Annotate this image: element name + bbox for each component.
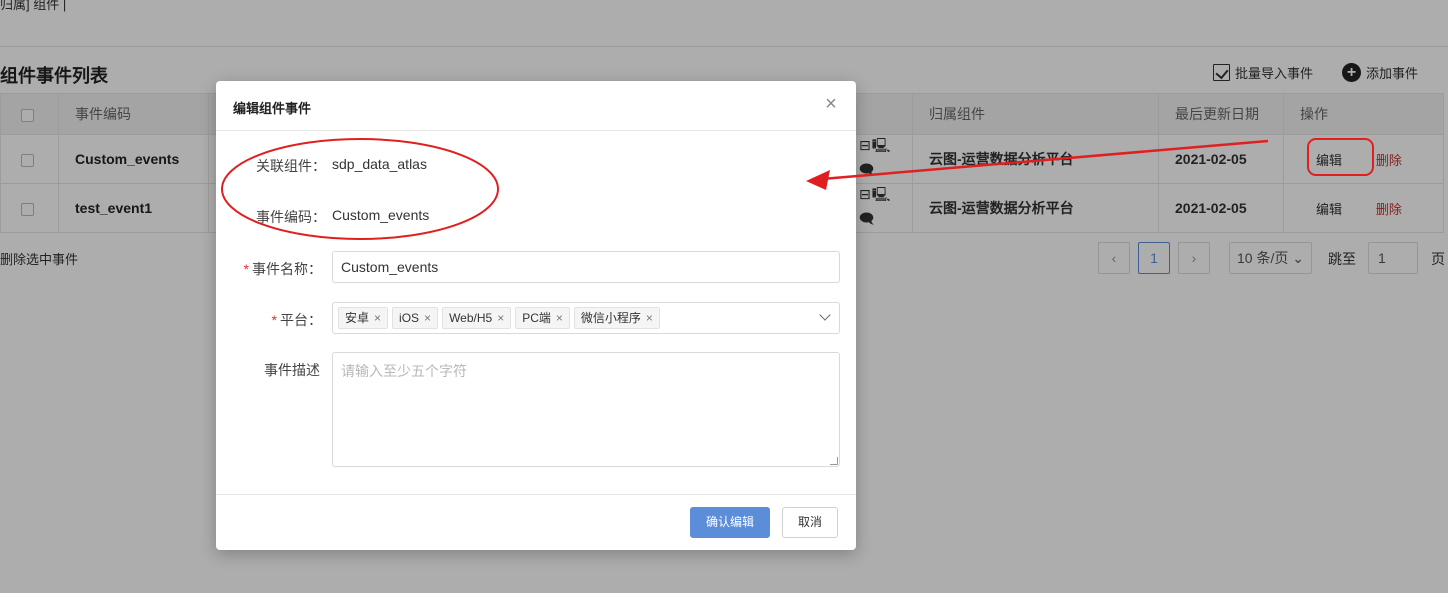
event-name-input[interactable]: Custom_events <box>332 251 840 283</box>
required-mark: * <box>271 312 277 328</box>
chevron-down-icon[interactable] <box>819 309 831 321</box>
required-mark: * <box>243 261 249 277</box>
platform-multiselect[interactable]: 安卓 × iOS × Web/H5 × PC端 × 微信小程序 × <box>332 302 840 334</box>
platform-tag-android: 安卓 × <box>338 307 389 329</box>
component-value: sdp_data_atlas <box>332 156 427 172</box>
remove-tag-icon[interactable]: × <box>646 308 653 328</box>
description-textarea[interactable]: 请输入至少五个字符 <box>332 352 840 467</box>
edit-event-dialog: 编辑组件事件 × 关联组件： sdp_data_atlas 事件编码： Cust… <box>216 81 856 550</box>
remove-tag-icon[interactable]: × <box>374 308 381 328</box>
event-code-value: Custom_events <box>332 207 430 223</box>
remove-tag-icon[interactable]: × <box>556 308 563 328</box>
platform-tag-wechat: 微信小程序 × <box>573 307 660 329</box>
confirm-edit-button[interactable]: 确认编辑 <box>690 507 770 538</box>
description-label: 事件描述 <box>264 362 320 378</box>
dialog-footer: 确认编辑 取消 <box>216 494 856 550</box>
cancel-button[interactable]: 取消 <box>782 507 838 538</box>
close-icon[interactable]: × <box>822 94 840 114</box>
dialog-header: 编辑组件事件 × <box>216 81 856 131</box>
event-code-label: 事件编码： <box>256 209 326 225</box>
event-name-label: * 事件名称： <box>243 261 322 277</box>
platform-tag-pc: PC端 × <box>515 307 570 329</box>
dialog-title: 编辑组件事件 <box>233 101 312 116</box>
platform-label: * 平台： <box>271 312 322 328</box>
remove-tag-icon[interactable]: × <box>424 308 431 328</box>
resize-handle-icon[interactable] <box>830 457 838 465</box>
platform-tag-web: Web/H5 × <box>442 307 512 329</box>
component-label: 关联组件： <box>256 158 326 174</box>
remove-tag-icon[interactable]: × <box>497 308 504 328</box>
platform-tag-ios: iOS × <box>392 307 439 329</box>
